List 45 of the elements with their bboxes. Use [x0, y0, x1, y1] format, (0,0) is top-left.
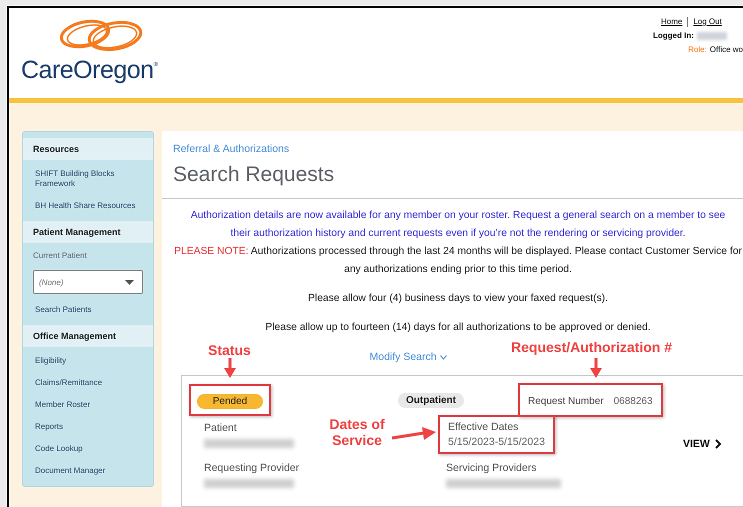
sidebar-link[interactable]: BH Health Share Resources: [23, 195, 153, 217]
sidebar-link[interactable]: Document Manager: [23, 460, 153, 482]
header-link[interactable]: Log Out: [687, 17, 727, 27]
field-value: 0688263: [614, 396, 653, 407]
logged-in-label: Logged In:: [653, 31, 694, 40]
info-text: Please allow four (4) business days to view your faxed request(s).: [307, 292, 609, 306]
field-value: 5/15/2023-5/15/2023: [448, 436, 545, 448]
note-text: PLEASE NOTE: Authorizations processed through the last 24 months will be displayed. Please contact Customer Service for any authorizations ending prior to this time period.: [173, 245, 743, 277]
type-badge: Outpatient: [398, 392, 464, 408]
sidebar-label: Current Patient: [32, 250, 88, 262]
sidebar-link[interactable]: Search Patients: [23, 299, 153, 321]
field-label: Servicing Providers: [446, 462, 536, 474]
field-label: Patient: [204, 422, 237, 434]
notice-text: Authorization details are now available for any member on your roster. Request a general search on a member to see their authorization history and current requests even if you’re not the rendering or servicing provider.: [190, 209, 726, 241]
caret-icon: [125, 280, 134, 284]
arrow-icon: [589, 358, 603, 378]
chevron-icon: [714, 439, 722, 449]
sidebar-link[interactable]: Code Lookup: [23, 438, 153, 460]
arrow-icon: [223, 358, 237, 378]
arrow-icon: [392, 426, 436, 442]
sidebar-link[interactable]: Member Roster: [23, 394, 153, 416]
blurred-value: [696, 32, 727, 40]
logo-wordmark: CareOregon$^{®}$: [21, 56, 158, 85]
page-title: Search Requests: [173, 163, 336, 187]
sidebar-heading: Office Management: [23, 325, 153, 347]
field-label: Effective Dates: [448, 421, 518, 433]
role-label: Role:: [688, 45, 707, 54]
status-badge: Pended: [197, 394, 263, 409]
field-label: Request Number: [528, 396, 604, 407]
sidebar-link[interactable]: Claims/Remittance: [23, 372, 153, 394]
sidebar-link[interactable]: Eligibility: [23, 350, 153, 372]
annotation-label: Dates of Service: [328, 416, 386, 448]
header-link[interactable]: Home: [661, 17, 688, 27]
sidebar-heading: Patient Management: [23, 221, 153, 243]
annotation-label: Request/Authorization #: [511, 339, 672, 355]
sidebar-link[interactable]: Reports: [23, 416, 153, 438]
field-label: Requesting Provider: [204, 462, 300, 474]
view-link[interactable]: VIEW: [683, 438, 722, 450]
annotation-label: Status: [208, 342, 251, 358]
role-value: Office wo: [710, 45, 743, 54]
caret-icon: [440, 355, 447, 360]
patient-dropdown[interactable]: (None): [33, 270, 143, 294]
sidebar-heading: Resources: [23, 138, 153, 160]
sidebar-link[interactable]: SHIFT Building Blocks Framework: [23, 163, 153, 195]
info-text: Please allow up to fourteen (14) days for all authorizations to be approved or denied.: [264, 321, 652, 335]
